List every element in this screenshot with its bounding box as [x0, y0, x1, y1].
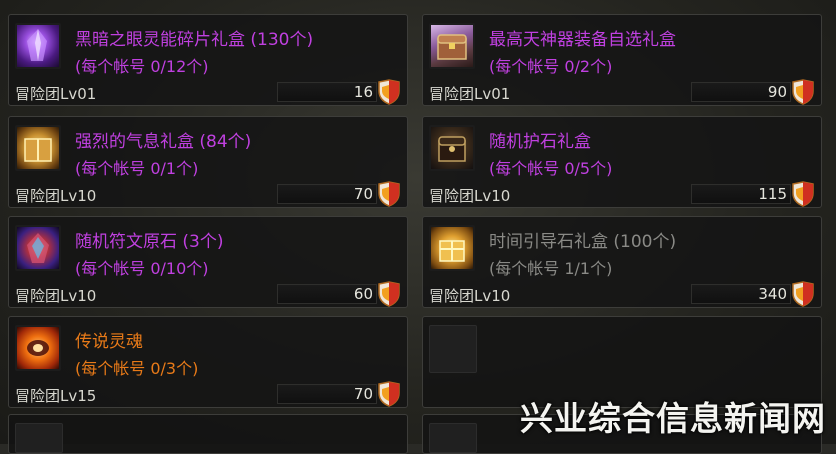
site-watermark: 兴业综合信息新闻网 [520, 399, 826, 438]
treasure-chest-icon [429, 23, 475, 69]
item-purchase-limit: (每个帐号 0/5个) [489, 159, 613, 178]
item-required-level: 冒险团Lv10 [15, 287, 97, 305]
shop-item-card[interactable]: 时间引导石礼盒 (100个) (每个帐号 1/1个) 冒险团Lv10 340 [422, 216, 822, 308]
item-price: 340 [758, 285, 787, 303]
shield-currency-icon [378, 281, 400, 307]
shield-currency-icon [792, 181, 814, 207]
item-purchase-limit: (每个帐号 0/1个) [75, 159, 199, 178]
item-purchase-limit: (每个帐号 0/3个) [75, 359, 199, 378]
item-price: 115 [758, 185, 787, 203]
item-name: 最高天神器装备自选礼盒 [489, 30, 676, 50]
item-price: 60 [353, 285, 373, 303]
item-price: 16 [353, 83, 373, 101]
item-price: 70 [353, 385, 373, 403]
shop-item-card[interactable]: 随机护石礼盒 (每个帐号 0/5个) 冒险团Lv10 115 [422, 116, 822, 208]
empty-shop-slot [8, 414, 408, 454]
item-name: 随机符文原石 (3个) [75, 232, 224, 252]
shop-grid: 黑暗之眼灵能碎片礼盒 (130个) (每个帐号 0/12个) 冒险团Lv01 1… [8, 14, 828, 454]
legendary-soul-icon [15, 325, 61, 371]
item-required-level: 冒险团Lv10 [429, 287, 511, 305]
shop-item-card[interactable]: 随机符文原石 (3个) (每个帐号 0/10个) 冒险团Lv10 60 [8, 216, 408, 308]
item-name: 随机护石礼盒 [489, 132, 591, 152]
item-purchase-limit: (每个帐号 0/10个) [75, 259, 209, 278]
item-purchase-limit: (每个帐号 1/1个) [489, 259, 613, 278]
shield-currency-icon [378, 181, 400, 207]
shop-item-card[interactable]: 强烈的气息礼盒 (84个) (每个帐号 0/1个) 冒险团Lv10 70 [8, 116, 408, 208]
shop-item-card[interactable]: 传说灵魂 (每个帐号 0/3个) 冒险团Lv15 70 [8, 316, 408, 408]
item-required-level: 冒险团Lv01 [429, 85, 511, 103]
item-name: 黑暗之眼灵能碎片礼盒 (130个) [75, 30, 314, 50]
shield-currency-icon [378, 381, 400, 407]
rune-stone-icon [15, 225, 61, 271]
shield-currency-icon [378, 79, 400, 105]
empty-icon-slot [15, 423, 63, 453]
item-required-level: 冒险团Lv15 [15, 387, 97, 405]
item-name: 强烈的气息礼盒 (84个) [75, 132, 252, 152]
shop-item-card[interactable]: 黑暗之眼灵能碎片礼盒 (130个) (每个帐号 0/12个) 冒险团Lv01 1… [8, 14, 408, 106]
item-name: 传说灵魂 [75, 332, 143, 352]
item-price: 90 [767, 83, 787, 101]
dark-chest-icon [429, 125, 475, 171]
item-purchase-limit: (每个帐号 0/12个) [75, 57, 209, 76]
empty-icon-slot [429, 423, 477, 453]
item-price: 70 [353, 185, 373, 203]
shop-item-card[interactable]: 最高天神器装备自选礼盒 (每个帐号 0/2个) 冒险团Lv01 90 [422, 14, 822, 106]
golden-box-icon [15, 125, 61, 171]
item-purchase-limit: (每个帐号 0/2个) [489, 57, 613, 76]
golden-gift-icon [429, 225, 475, 271]
item-name: 时间引导石礼盒 (100个) [489, 232, 677, 252]
item-required-level: 冒险团Lv10 [429, 187, 511, 205]
shield-currency-icon [792, 79, 814, 105]
item-required-level: 冒险团Lv01 [15, 85, 97, 103]
empty-icon-slot [429, 325, 477, 373]
item-required-level: 冒险团Lv10 [15, 187, 97, 205]
purple-crystal-icon [15, 23, 61, 69]
shield-currency-icon [792, 281, 814, 307]
